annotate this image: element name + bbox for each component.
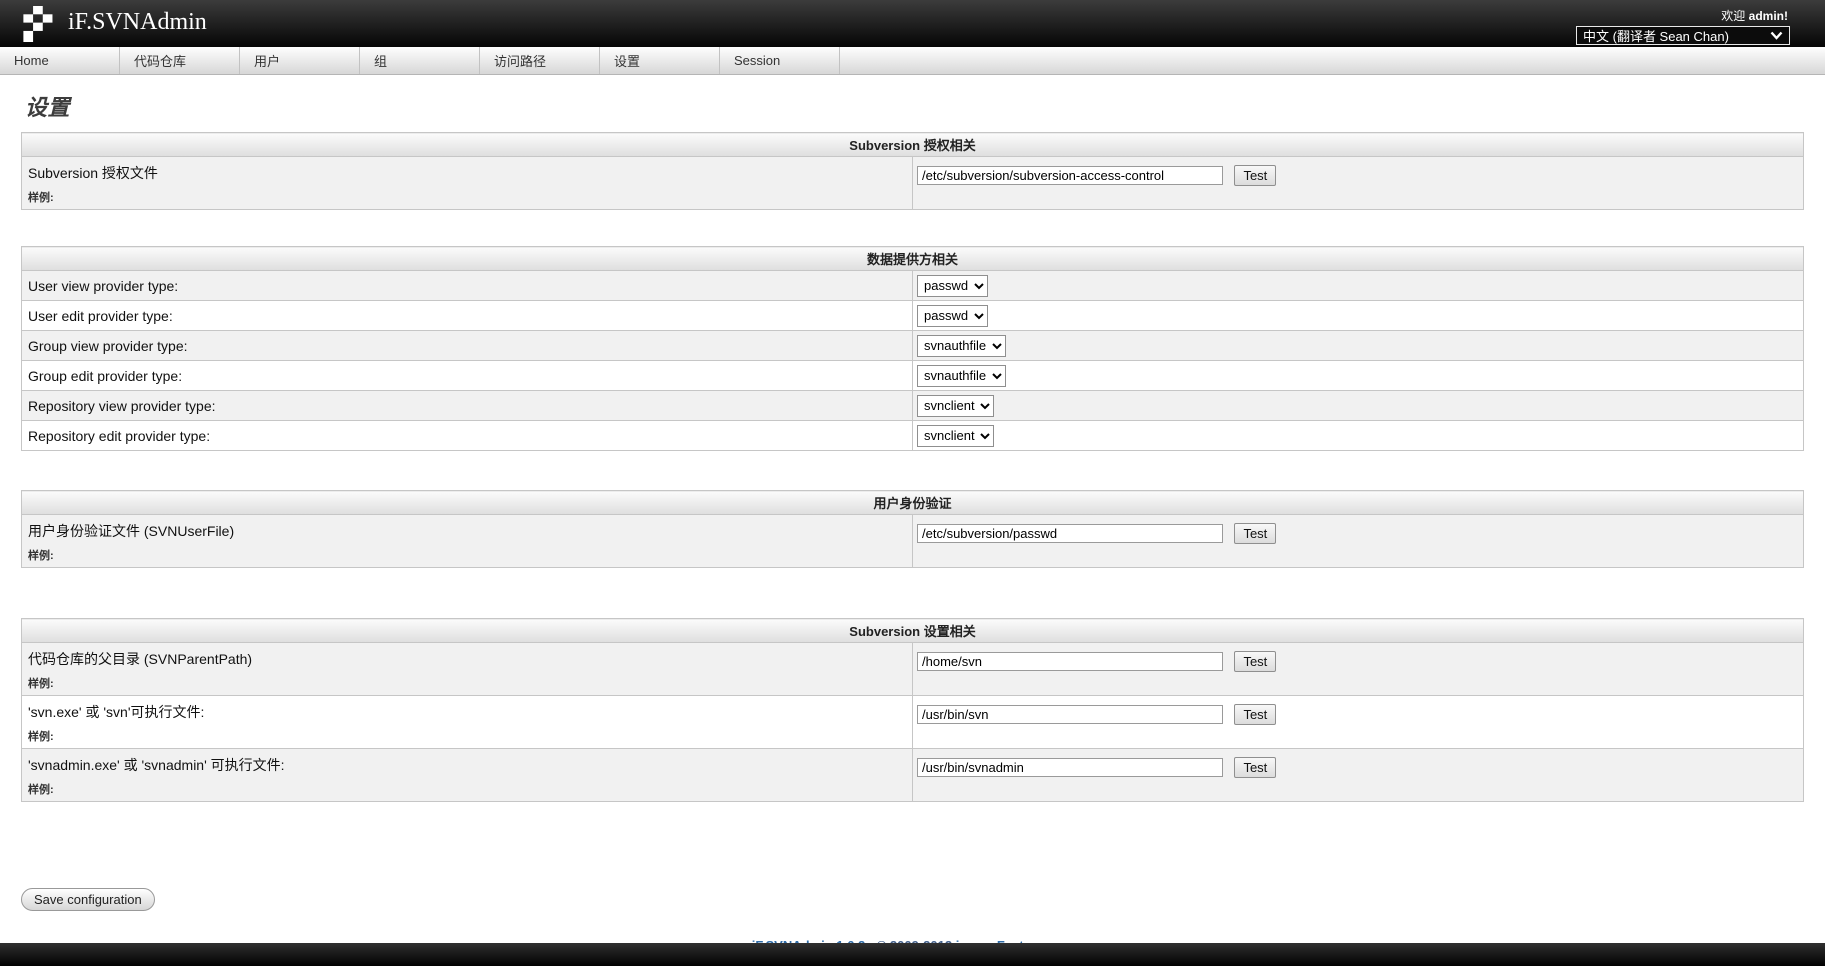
test-button[interactable]: Test [1234,165,1276,186]
settings-row: 'svnadmin.exe' 或 'svnadmin' 可执行文件: 样例: T… [22,749,1804,802]
field-label: 'svn.exe' 或 'svn'可执行文件: [28,702,906,722]
nav-item-users[interactable]: 用户 [240,47,360,74]
welcome-username: admin! [1749,9,1788,23]
group-view-provider-select[interactable]: svnauthfile [917,335,1006,357]
group-edit-provider-select[interactable]: svnauthfile [917,365,1006,387]
section-subversion-authorization: Subversion 授权相关 Subversion 授权文件 样例: Test [21,132,1804,210]
example-label: 样例: [28,547,906,563]
section-subversion-settings: Subversion 设置相关 代码仓库的父目录 (SVNParentPath)… [21,618,1804,802]
svn-userfile-input[interactable] [917,524,1223,543]
user-view-provider-select[interactable]: passwd [917,275,988,297]
save-configuration-button[interactable]: Save configuration [21,888,155,911]
test-button[interactable]: Test [1234,757,1276,778]
nav-item-access-paths[interactable]: 访问路径 [480,47,600,74]
section-title: 数据提供方相关 [22,247,1804,271]
svn-parent-path-input[interactable] [917,652,1223,671]
section-user-authentication: 用户身份验证 用户身份验证文件 (SVNUserFile) 样例: Test [21,490,1804,568]
chevron-down-icon [1770,31,1783,40]
example-label: 样例: [28,189,906,205]
section-title: 用户身份验证 [22,491,1804,515]
settings-row: Group edit provider type: svnauthfile [22,361,1804,391]
field-label: Repository edit provider type: [22,421,913,451]
settings-page: 设置 Subversion 授权相关 Subversion 授权文件 样例: T… [21,90,1804,953]
test-button[interactable]: Test [1234,523,1276,544]
language-selected-value: 中文 (翻译者 Sean Chan) [1583,26,1770,45]
settings-row: 用户身份验证文件 (SVNUserFile) 样例: Test [22,515,1804,568]
svn-executable-input[interactable] [917,705,1223,724]
user-edit-provider-select[interactable]: passwd [917,305,988,327]
test-button[interactable]: Test [1234,651,1276,672]
field-label: User edit provider type: [22,301,913,331]
section-data-providers: 数据提供方相关 User view provider type: passwd … [21,246,1804,451]
welcome-prefix: 欢迎 [1721,9,1745,23]
nav-item-settings[interactable]: 设置 [600,47,720,74]
app-logo-icon [23,6,57,42]
repository-view-provider-select[interactable]: svnclient [917,395,994,417]
settings-row: Subversion 授权文件 样例: Test [22,157,1804,210]
settings-row: Group view provider type: svnauthfile [22,331,1804,361]
settings-row: Repository view provider type: svnclient [22,391,1804,421]
svnadmin-executable-input[interactable] [917,758,1223,777]
repository-edit-provider-select[interactable]: svnclient [917,425,994,447]
page-title: 设置 [25,90,1804,122]
section-title: Subversion 授权相关 [22,133,1804,157]
welcome-message: 欢迎 admin! [1721,7,1788,24]
field-label: User view provider type: [22,271,913,301]
test-button[interactable]: Test [1234,704,1276,725]
settings-row: 'svn.exe' 或 'svn'可执行文件: 样例: Test [22,696,1804,749]
nav-item-home[interactable]: Home [0,47,120,74]
settings-row: 代码仓库的父目录 (SVNParentPath) 样例: Test [22,643,1804,696]
field-label: Subversion 授权文件 [28,163,906,183]
bottom-bar [0,943,1825,966]
example-label: 样例: [28,675,906,691]
example-label: 样例: [28,728,906,744]
field-label: 用户身份验证文件 (SVNUserFile) [28,521,906,541]
field-label: Group view provider type: [22,331,913,361]
svn-authfile-input[interactable] [917,166,1223,185]
settings-row: Repository edit provider type: svnclient [22,421,1804,451]
settings-row: User view provider type: passwd [22,271,1804,301]
app-title: iF.SVNAdmin [68,9,207,36]
main-nav: Home 代码仓库 用户 组 访问路径 设置 Session [0,47,1825,75]
nav-item-session[interactable]: Session [720,47,840,74]
settings-row: User edit provider type: passwd [22,301,1804,331]
field-label: Repository view provider type: [22,391,913,421]
section-title: Subversion 设置相关 [22,619,1804,643]
field-label: 代码仓库的父目录 (SVNParentPath) [28,649,906,669]
example-label: 样例: [28,781,906,797]
app-header: iF.SVNAdmin 欢迎 admin! 中文 (翻译者 Sean Chan) [0,0,1825,47]
field-label: 'svnadmin.exe' 或 'svnadmin' 可执行文件: [28,755,906,775]
nav-item-groups[interactable]: 组 [360,47,480,74]
field-label: Group edit provider type: [22,361,913,391]
language-select[interactable]: 中文 (翻译者 Sean Chan) [1576,26,1790,45]
nav-item-repositories[interactable]: 代码仓库 [120,47,240,74]
